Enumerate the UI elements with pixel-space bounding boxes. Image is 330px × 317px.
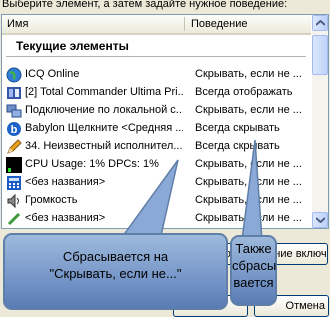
item-name: [2] Total Commander Ultima Pri... [25,86,183,98]
list-item[interactable]: [2] Total Commander Ultima Pri... Всегда… [2,84,311,102]
svg-text:b: b [11,124,18,136]
list-item[interactable]: Громкость Скрывать, если не ... [2,192,311,210]
item-behavior[interactable]: Скрывать, если не ... [195,68,302,80]
babylon-icon: b [7,122,21,136]
column-header-name[interactable]: Имя [7,18,28,30]
item-name: Подключение по локальной с... [25,104,183,116]
network-connection-icon [6,104,22,118]
scroll-up-button[interactable] [312,15,328,31]
item-name: <без названия> [25,212,106,224]
item-behavior[interactable]: Скрывать, если не ... [195,104,302,116]
list-item[interactable]: b Babylon Щелкните <Средняя ... Всегда с… [2,120,311,138]
column-header-behavior[interactable]: Поведение [191,18,248,30]
calculator-icon [7,176,21,190]
cpu-monitor-icon [6,157,22,173]
group-header-current-items: Текущие элементы [16,39,129,53]
list-item[interactable]: 34. Неизвестный исполнител... Всегда скр… [2,138,311,156]
list-item[interactable]: CPU Usage: 1% DPCs: 1% Скрывать, если не… [2,156,311,174]
notification-items-list[interactable]: Имя Поведение Текущие элементы ICQ Onlin… [1,14,329,229]
callout-text-line: вается [233,275,274,290]
callout-text-line: Сбрасывается на [62,249,169,264]
callout-text-line: сбрасы [232,258,277,273]
item-behavior[interactable]: Всегда скрывать [195,140,280,152]
chevron-down-icon [316,217,325,223]
item-name: <без названия> [25,176,106,188]
item-name: Громкость [25,194,78,206]
item-name: Babylon Щелкните <Средняя ... [25,122,183,134]
item-name: 34. Неизвестный исполнител... [25,140,183,152]
list-item[interactable]: <без названия> Скрывать, если не ... [2,174,311,192]
callout-text-line: "Скрывать, если не..." [49,266,182,281]
chevron-up-icon [316,20,325,26]
speaker-icon [7,193,19,209]
generic-app-icon [7,212,21,226]
also-reset-callout: Также сбрасы вается [230,235,277,306]
globe-icon [6,67,22,83]
instruction-text: Выберите элемент, а затем задайте нужное… [2,0,288,10]
item-name: ICQ Online [25,68,80,80]
item-behavior[interactable]: Скрывать, если не ... [195,176,302,188]
item-behavior[interactable]: Скрывать, если не ... [195,212,302,224]
scroll-down-button[interactable] [312,212,328,228]
item-behavior[interactable]: Скрывать, если не ... [195,158,302,170]
column-divider[interactable] [184,17,185,31]
list-item[interactable]: ICQ Online Скрывать, если не ... [2,66,311,84]
item-behavior[interactable]: Всегда скрывать [195,122,280,134]
item-name: CPU Usage: 1% DPCs: 1% [25,158,159,170]
item-behavior[interactable]: Скрывать, если не ... [195,194,302,206]
callout-text-line: Также [235,241,272,256]
total-commander-icon [7,87,21,99]
reset-note-callout: Сбрасывается на "Скрывать, если не..." [3,233,228,310]
item-behavior[interactable]: Всегда отображать [195,86,293,98]
pencil-icon [7,139,22,154]
scroll-thumb[interactable] [312,35,328,75]
list-item[interactable]: <без названия> Скрывать, если не ... [2,210,311,228]
list-item[interactable]: Подключение по локальной с... Скрывать, … [2,102,311,120]
group-divider [6,56,306,57]
list-header: Имя Поведение [2,15,311,35]
vertical-scrollbar[interactable] [312,15,328,228]
